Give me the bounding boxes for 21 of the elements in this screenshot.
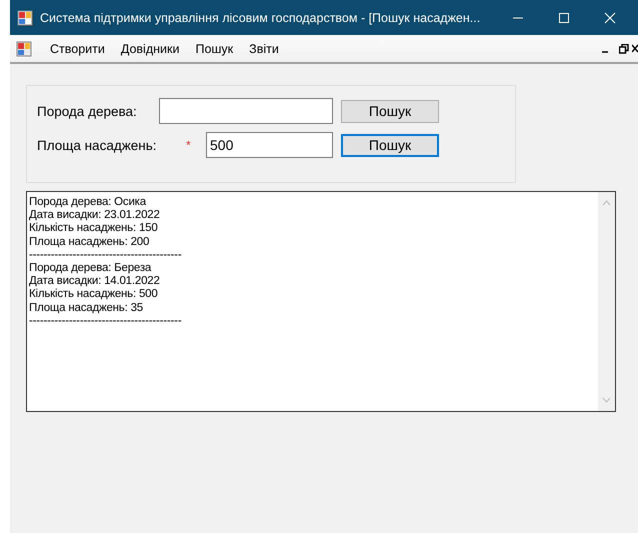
result-line: Площа насаджень: 35 (29, 302, 144, 315)
search-button[interactable]: Пошук (341, 100, 439, 122)
input-field[interactable]: 500 (206, 132, 333, 158)
search-button[interactable]: Пошук (341, 134, 439, 156)
result-line: Дата висадки: 23.01.2022 (29, 209, 161, 222)
result-line: Кількість насаджень: 150 (29, 222, 159, 236)
result-line: Порода дерева: Осика (29, 196, 148, 210)
result-line: Площа насаджень: 200 (29, 236, 150, 249)
menu-item[interactable]: Звіти (249, 42, 279, 56)
menu-item[interactable]: Пошук (195, 42, 234, 56)
window-title: Система підтримки управління лісовим господарством - [Пошук насаджен... (40, 10, 482, 24)
result-line: Порода дерева: Береза (29, 262, 152, 276)
result-line: ------------------------------------------ (29, 248, 182, 262)
result-line: Кількість насаджень: 500 (29, 288, 159, 302)
field-label: Порода дерева: (37, 104, 138, 118)
result-line: ------------------------------------------ (29, 314, 182, 328)
menu-item[interactable]: Створити (50, 42, 105, 56)
field-label: Площа насаджень: (37, 138, 158, 152)
menu-item[interactable]: Довідники (120, 42, 180, 56)
required-mark: * (185, 138, 192, 152)
result-line: Дата висадки: 14.01.2022 (29, 275, 161, 288)
